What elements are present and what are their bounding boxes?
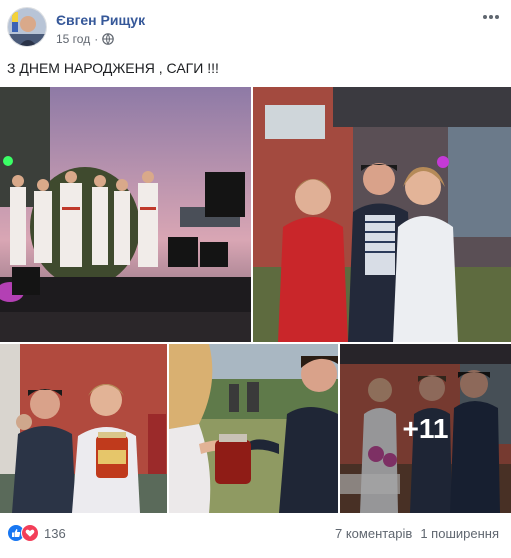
author-avatar[interactable]	[7, 7, 47, 47]
reactions-summary[interactable]: 136	[7, 524, 66, 542]
photo-stage-performance[interactable]	[0, 87, 251, 342]
reaction-count: 136	[44, 525, 66, 541]
more-photos-count: +11	[402, 412, 449, 444]
engagement-stats: 7 коментарів 1 поширення	[335, 526, 499, 541]
post-text: З ДНЕМ НАРОДЖЕНЯ , САГИ !!!	[7, 60, 219, 76]
photo-handing-gift[interactable]	[169, 344, 338, 513]
post-meta: 15 год ·	[56, 32, 115, 46]
globe-icon	[102, 33, 115, 45]
comments-count-link[interactable]: 7 коментарів	[335, 526, 412, 541]
photo-gift-jar[interactable]	[0, 344, 167, 513]
shares-count-link[interactable]: 1 поширення	[420, 526, 499, 541]
photo-more[interactable]: +11	[340, 344, 511, 513]
more-options-icon[interactable]	[481, 10, 501, 24]
author-name[interactable]: Євген Рищук	[56, 12, 145, 28]
love-icon	[21, 524, 39, 542]
post-time[interactable]: 15 год	[56, 32, 90, 46]
more-photos-overlay[interactable]: +11	[340, 344, 511, 513]
facebook-post: Євген Рищук 15 год · З ДНЕМ НАРОДЖЕНЯ , …	[0, 0, 511, 558]
photo-three-people[interactable]	[253, 87, 511, 342]
